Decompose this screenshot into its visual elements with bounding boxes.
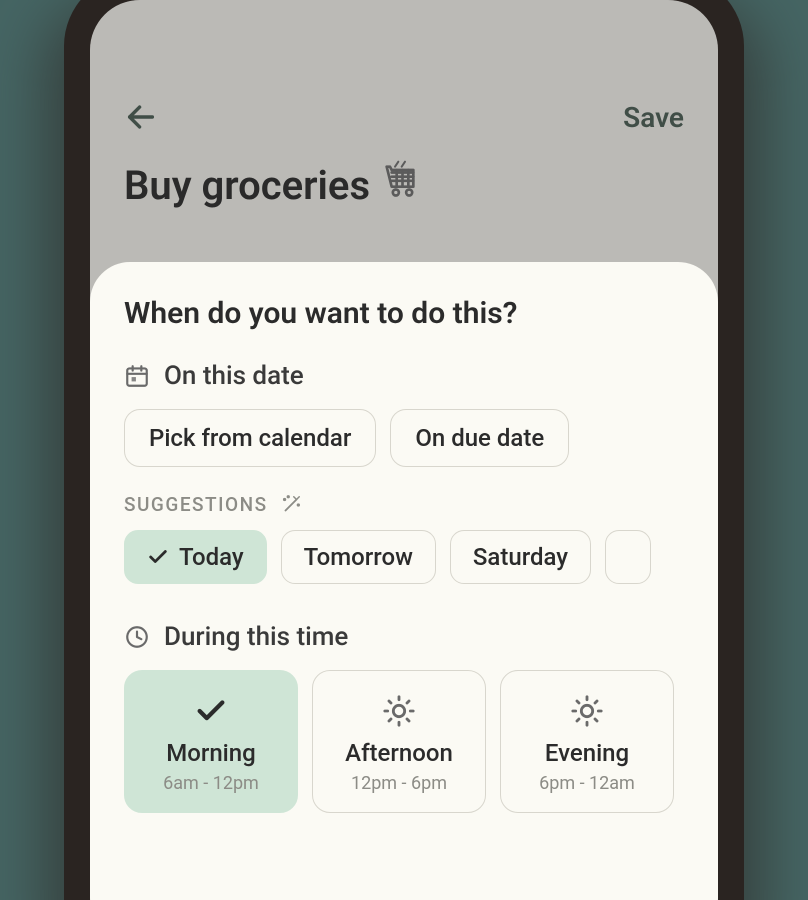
sun-icon bbox=[382, 691, 416, 731]
time-card-label: Morning bbox=[166, 739, 256, 767]
suggestion-chip-label: Today bbox=[179, 543, 244, 571]
task-title-text: Buy groceries bbox=[124, 162, 370, 209]
suggestion-chip-label: Saturday bbox=[473, 543, 568, 571]
pick-from-calendar-button[interactable]: Pick from calendar bbox=[124, 409, 376, 467]
phone-frame: Save Buy groceries bbox=[64, 0, 744, 900]
time-card-label: Evening bbox=[545, 739, 629, 767]
schedule-sheet: When do you want to do this? On this dat… bbox=[90, 262, 718, 900]
time-card-label: Afternoon bbox=[345, 739, 453, 767]
time-card-range: 6am - 12pm bbox=[163, 773, 259, 794]
check-icon bbox=[147, 546, 169, 568]
sheet-title: When do you want to do this? bbox=[124, 296, 718, 331]
date-section-label: On this date bbox=[164, 361, 304, 391]
time-option-row: Morning 6am - 12pm Afternoon 12pm - 6pm … bbox=[124, 670, 718, 813]
magic-wand-icon bbox=[280, 494, 302, 516]
clock-icon bbox=[124, 624, 150, 650]
calendar-icon bbox=[124, 363, 150, 389]
time-section-header: During this time bbox=[124, 622, 718, 652]
suggestion-chip-label: Tomorrow bbox=[304, 543, 413, 571]
time-card-morning[interactable]: Morning 6am - 12pm bbox=[124, 670, 298, 813]
topbar: Save bbox=[124, 100, 684, 134]
phone-screen: Save Buy groceries bbox=[90, 0, 718, 900]
on-due-date-button[interactable]: On due date bbox=[390, 409, 569, 467]
time-card-evening[interactable]: Evening 6pm - 12am bbox=[500, 670, 674, 813]
date-option-row: Pick from calendar On due date bbox=[124, 409, 718, 467]
time-section-label: During this time bbox=[164, 622, 348, 652]
shopping-cart-icon bbox=[380, 160, 420, 210]
suggestion-chip-more[interactable] bbox=[605, 530, 651, 584]
time-card-range: 12pm - 6pm bbox=[351, 773, 447, 794]
suggestion-chip-saturday[interactable]: Saturday bbox=[450, 530, 591, 584]
time-card-range: 6pm - 12am bbox=[539, 773, 635, 794]
check-icon bbox=[194, 691, 228, 731]
date-section-header: On this date bbox=[124, 361, 718, 391]
suggestions-header: SUGGESTIONS bbox=[124, 493, 718, 516]
back-button[interactable] bbox=[124, 100, 158, 134]
suggestion-chip-row: Today Tomorrow Saturday bbox=[124, 530, 718, 584]
suggestion-chip-tomorrow[interactable]: Tomorrow bbox=[281, 530, 436, 584]
suggestions-label: SUGGESTIONS bbox=[124, 493, 268, 516]
time-card-afternoon[interactable]: Afternoon 12pm - 6pm bbox=[312, 670, 486, 813]
task-title: Buy groceries bbox=[124, 160, 684, 210]
sun-icon bbox=[570, 691, 604, 731]
save-button[interactable]: Save bbox=[623, 101, 684, 134]
suggestion-chip-today[interactable]: Today bbox=[124, 530, 267, 584]
arrow-left-icon bbox=[124, 100, 158, 134]
